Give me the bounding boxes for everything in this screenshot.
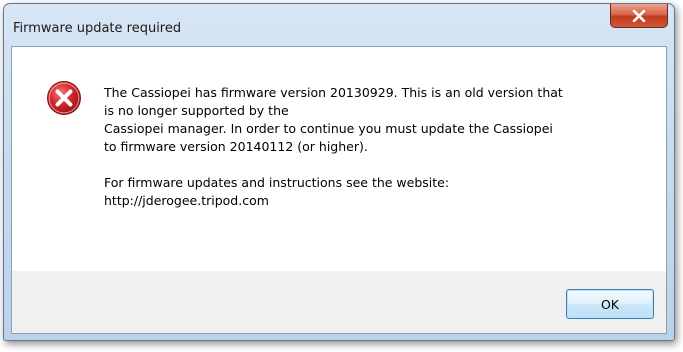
window-title: Firmware update required	[13, 21, 182, 36]
error-message: The Cassiopei has firmware version 20130…	[104, 84, 652, 210]
message-area: The Cassiopei has firmware version 20130…	[12, 47, 666, 271]
ok-button[interactable]: OK	[566, 289, 654, 319]
message-website: For firmware updates and instructions se…	[104, 175, 450, 208]
error-icon	[47, 81, 81, 115]
dialog-window: Firmware update required The Cassiopei h…	[3, 3, 675, 341]
message-body: The Cassiopei has firmware version 20130…	[104, 85, 563, 154]
dialog-client-area: The Cassiopei has firmware version 20130…	[11, 46, 667, 334]
title-bar[interactable]: Firmware update required	[4, 4, 674, 46]
close-x-icon	[632, 9, 646, 22]
close-button[interactable]	[610, 4, 668, 28]
